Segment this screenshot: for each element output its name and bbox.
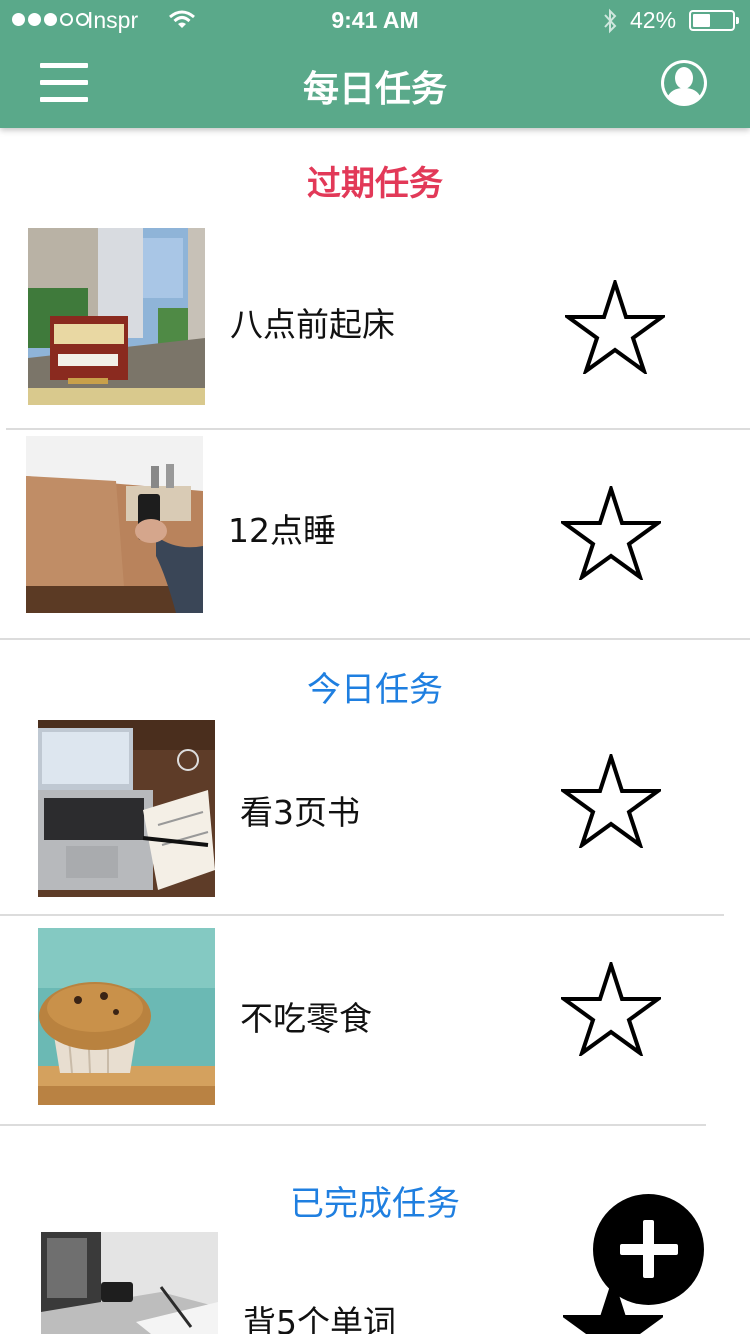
task-label: 不吃零食 bbox=[240, 999, 372, 1038]
task-thumbnail-laptop-notebook bbox=[38, 720, 215, 897]
user-avatar-icon bbox=[661, 60, 707, 106]
task-row[interactable]: 八点前起床 bbox=[0, 228, 750, 428]
section-title-today: 今日任务 bbox=[307, 670, 443, 710]
battery-icon bbox=[689, 10, 739, 31]
app-header: Inspr 9:41 AM 42% 每日任务 bbox=[0, 0, 750, 128]
section-divider bbox=[0, 638, 750, 640]
task-label: 八点前起床 bbox=[230, 305, 395, 344]
plus-icon bbox=[620, 1220, 678, 1278]
task-thumbnail-phone bbox=[26, 436, 203, 613]
task-label: 看3页书 bbox=[240, 793, 360, 832]
add-task-button[interactable] bbox=[593, 1194, 704, 1305]
star-outline-icon[interactable] bbox=[561, 754, 661, 848]
page-title: 每日任务 bbox=[302, 69, 447, 110]
profile-button[interactable] bbox=[659, 58, 709, 108]
star-outline-icon[interactable] bbox=[565, 280, 665, 374]
section-divider bbox=[0, 1124, 706, 1126]
task-row[interactable]: 不吃零食 bbox=[0, 928, 750, 1124]
row-divider bbox=[0, 914, 724, 916]
star-outline-icon[interactable] bbox=[561, 962, 661, 1056]
status-bar: Inspr 9:41 AM 42% bbox=[0, 0, 750, 40]
battery-percent: 42% bbox=[630, 7, 677, 33]
task-thumbnail-cable-car bbox=[28, 228, 205, 405]
task-thumbnail-muffin bbox=[38, 928, 215, 1105]
bluetooth-icon bbox=[604, 8, 617, 34]
task-label: 12点睡 bbox=[228, 511, 336, 550]
task-label: 背5个单词 bbox=[243, 1303, 396, 1334]
task-row[interactable]: 看3页书 bbox=[0, 720, 750, 914]
row-divider bbox=[6, 428, 750, 430]
task-thumbnail-laptop-bw bbox=[41, 1232, 218, 1334]
task-row[interactable]: 12点睡 bbox=[0, 436, 750, 638]
star-outline-icon[interactable] bbox=[561, 486, 661, 580]
section-title-overdue: 过期任务 bbox=[307, 164, 443, 204]
